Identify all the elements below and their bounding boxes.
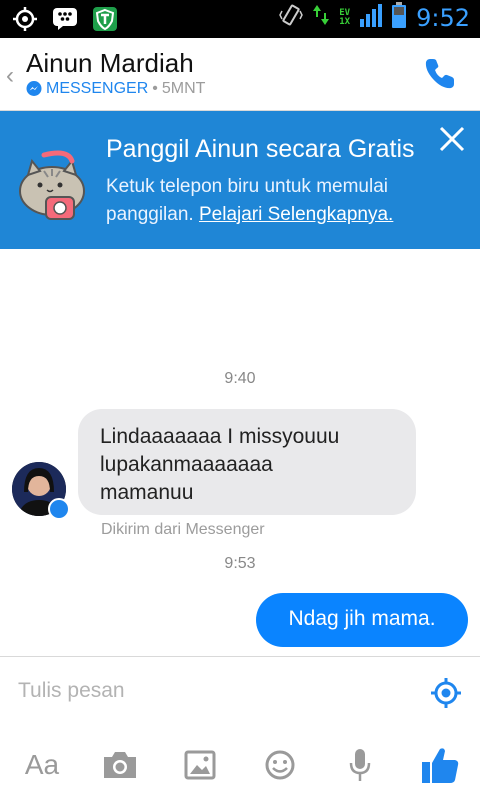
contact-name[interactable]: Ainun Mardiah — [26, 48, 194, 79]
gallery-icon[interactable] — [178, 743, 222, 787]
network-1x: 1X — [339, 16, 351, 27]
conversation-header: ‹ Ainun Mardiah MESSENGER • 5MNT — [0, 38, 480, 111]
composer: Tulis pesan Aa — [0, 656, 480, 801]
outgoing-message[interactable]: Ndag jih mama. — [256, 593, 468, 647]
last-active: 5MNT — [161, 80, 206, 97]
incoming-message-text: Lindaaaaaaa I missyouuu lupakanmaaaaaaa … — [100, 425, 340, 504]
camera-icon[interactable] — [98, 743, 142, 787]
battery-icon — [392, 2, 407, 33]
composer-toolbar: Aa — [0, 743, 480, 795]
learn-more-link[interactable]: Pelajari Selengkapnya. — [199, 204, 393, 225]
contact-status: MESSENGER • 5MNT — [26, 80, 205, 98]
gps-icon — [10, 4, 40, 34]
app-shield-icon — [90, 4, 120, 34]
close-icon[interactable] — [438, 125, 466, 153]
signal-icon — [360, 3, 383, 32]
location-icon[interactable] — [430, 677, 462, 709]
messenger-icon — [26, 81, 42, 96]
clock: 9:52 — [416, 3, 470, 32]
outgoing-message-text: Ndag jih mama. — [288, 607, 436, 630]
message-input[interactable]: Tulis pesan — [18, 679, 398, 709]
back-chevron-icon[interactable]: ‹ — [6, 62, 14, 90]
network-type: EV 1X — [339, 8, 351, 27]
status-bar: EV 1X 9:52 — [0, 0, 480, 38]
timestamp: 9:53 — [224, 555, 256, 572]
banner-text: Ketuk telepon biru untuk memulai panggil… — [106, 173, 446, 229]
microphone-icon[interactable] — [338, 743, 382, 787]
pusheen-phone-icon — [14, 147, 92, 225]
incoming-message[interactable]: Lindaaaaaaa I missyouuu lupakanmaaaaaaa … — [78, 409, 416, 515]
separator: • — [152, 80, 158, 97]
timestamp: 9:40 — [224, 370, 256, 387]
sent-from-label: Dikirim dari Messenger — [101, 521, 265, 538]
app-label: MESSENGER — [46, 80, 149, 97]
banner-title: Panggil Ainun secara Gratis — [106, 135, 415, 163]
free-call-banner[interactable]: Panggil Ainun secara Gratis Ketuk telepo… — [0, 111, 480, 249]
phone-call-icon[interactable] — [422, 56, 458, 92]
emoji-icon[interactable] — [258, 743, 302, 787]
text-format-icon[interactable]: Aa — [20, 743, 64, 787]
vibrate-icon — [279, 3, 304, 32]
like-thumb-icon[interactable] — [418, 743, 462, 787]
bbm-icon — [50, 4, 80, 34]
data-arrows-icon — [313, 3, 330, 32]
messenger-badge-icon — [48, 498, 70, 520]
